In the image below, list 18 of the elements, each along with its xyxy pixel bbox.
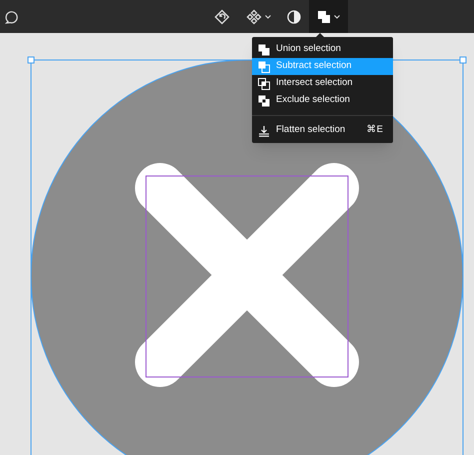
rotate-icon	[214, 8, 230, 24]
shortcut-label: ⌘E	[366, 123, 383, 138]
exclude-icon	[258, 94, 270, 106]
menu-item[interactable]: Exclude selection	[252, 92, 393, 109]
chevron-down-icon	[265, 14, 271, 18]
union-icon	[258, 44, 270, 56]
subtract-icon	[258, 60, 270, 72]
chevron-down-icon	[334, 14, 340, 18]
contrast-icon	[287, 10, 301, 24]
menu-item[interactable]: Flatten selection ⌘E	[252, 122, 393, 139]
menu-item[interactable]: Intersect selection	[252, 75, 393, 92]
comment-icon[interactable]	[5, 10, 19, 24]
component-icon	[246, 8, 262, 24]
intersect-icon	[258, 78, 270, 90]
menu-item[interactable]: Union selection	[252, 41, 393, 58]
flatten-icon	[258, 124, 270, 136]
union-shapes-icon	[317, 10, 331, 24]
toolbar-button[interactable]	[309, 0, 348, 33]
